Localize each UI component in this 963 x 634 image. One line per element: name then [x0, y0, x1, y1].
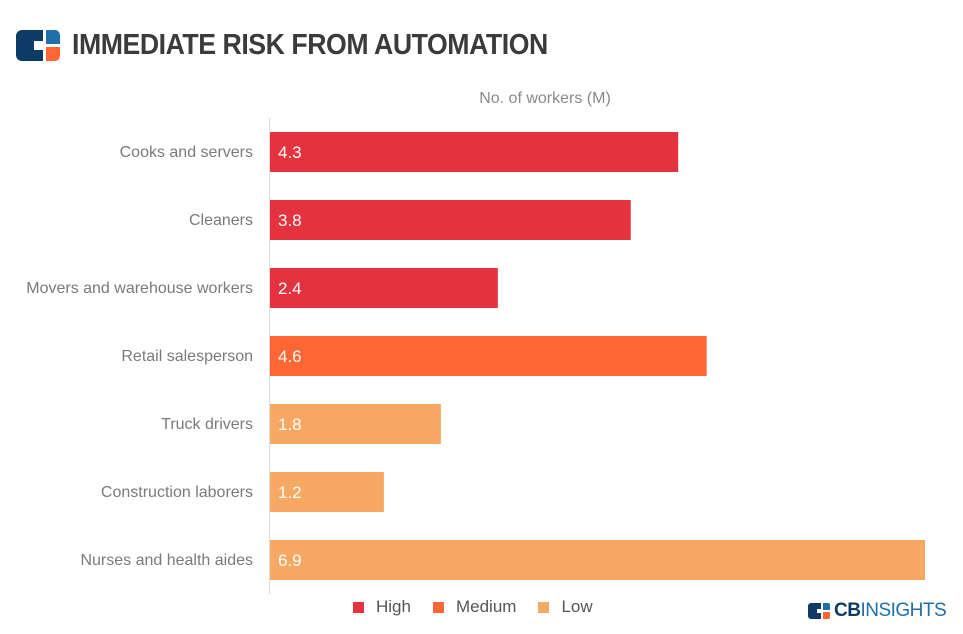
legend-label-low: Low	[561, 597, 593, 616]
legend-item-medium: Medium	[432, 597, 517, 617]
value-label: 4.6	[278, 347, 302, 366]
brand-logo-block-bottom-right	[823, 612, 830, 619]
bar-nurses-and-health-aides	[270, 540, 925, 580]
legend-label-medium: Medium	[455, 597, 517, 616]
cb-insights-small-logo-icon	[808, 603, 830, 619]
legend-item-high: High	[353, 597, 411, 617]
legend-swatch-high	[353, 601, 364, 613]
cb-insights-branding: CB INSIGHTS	[808, 600, 947, 622]
value-label: 1.8	[278, 415, 302, 434]
value-label: 6.9	[278, 551, 302, 570]
category-label: Movers and warehouse workers	[26, 280, 253, 297]
value-label: 1.2	[278, 483, 302, 502]
legend-label-high: High	[376, 597, 411, 616]
legend-item-low: Low	[538, 597, 593, 617]
value-label: 3.8	[278, 211, 302, 230]
bars-group: 4.3 Cooks and servers 3.8 Cleaners 2.4 Movers…	[26, 132, 925, 580]
bar-chart: 4.3 Cooks and servers 3.8 Cleaners 2.4 Movers…	[26, 118, 925, 594]
bar-retail-salesperson	[270, 336, 707, 376]
bar-movers-and-warehouse-workers	[270, 268, 498, 308]
category-label: Cleaners	[189, 212, 253, 229]
brand-text-insights: INSIGHTS	[860, 600, 947, 621]
brand-logo-block-top-right	[823, 603, 830, 610]
brand-text-cb: CB	[834, 600, 861, 621]
legend-swatch-low	[538, 601, 550, 613]
category-label: Construction laborers	[101, 484, 253, 501]
category-label: Cooks and servers	[120, 144, 253, 161]
value-label: 2.4	[278, 279, 302, 298]
category-label: Nurses and health aides	[80, 552, 253, 569]
brand-logo-notch	[817, 609, 821, 613]
bar-cooks-and-servers	[270, 132, 679, 172]
legend: High Medium Low	[353, 597, 615, 617]
category-label: Truck drivers	[161, 416, 253, 433]
value-label: 4.3	[278, 143, 302, 162]
legend-swatch-medium	[432, 601, 444, 613]
category-label: Retail salesperson	[121, 348, 253, 365]
bar-cleaners	[270, 200, 631, 240]
